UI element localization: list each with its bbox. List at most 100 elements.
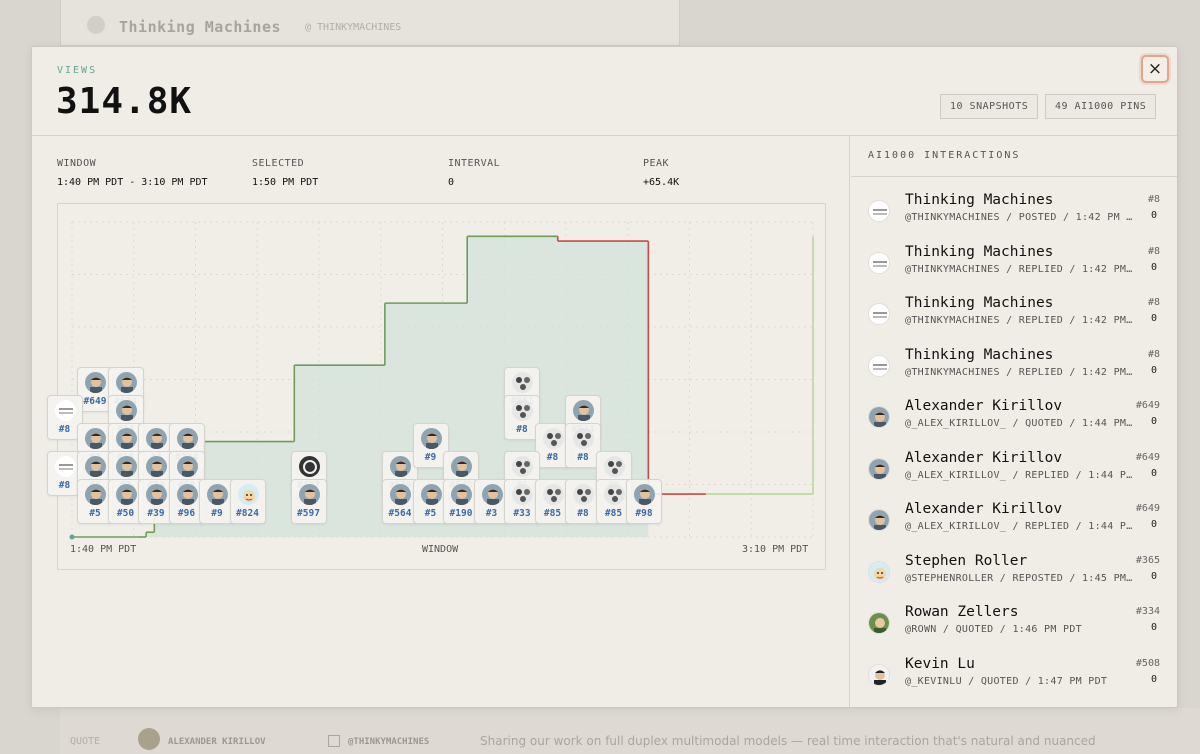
- pin-avatar: [603, 456, 625, 477]
- stat-selected-key: SELECTED: [252, 158, 305, 169]
- pin-rank: #33: [513, 508, 531, 519]
- background-quote-name: ALEXANDER KIRILLOV: [168, 737, 266, 747]
- avatar: [868, 612, 890, 634]
- pin-avatar: [85, 428, 106, 449]
- pin-rank: #649: [83, 396, 107, 407]
- pin-avatar: [85, 484, 106, 505]
- pin-rank: #597: [297, 508, 320, 519]
- pin-avatar: [542, 484, 564, 505]
- pin-avatar: [512, 484, 533, 505]
- background-quote-handle: @THINKYMACHINES: [348, 737, 430, 747]
- pin-rank: #824: [236, 508, 259, 519]
- pin-avatar: [115, 428, 137, 449]
- interaction-row[interactable]: Rowan Zellers @ROWN / QUOTED / 1:46 PM PD…: [851, 600, 1177, 652]
- interaction-count: 0: [1150, 261, 1157, 273]
- interaction-name: Rowan Zellers: [905, 604, 1019, 620]
- avatar: [868, 303, 890, 325]
- interaction-rank: #8: [1147, 348, 1160, 360]
- pin-avatar: [298, 456, 320, 477]
- interaction-row[interactable]: Thinking Machines @THINKYMACHINES / REPLI…: [851, 291, 1177, 343]
- interaction-rank: #334: [1135, 606, 1160, 617]
- interaction-meta: @THINKYMACHINES / POSTED / 1:42 PM PDT: [905, 212, 1135, 223]
- pin-avatar: [603, 484, 625, 505]
- pin-avatar: [542, 428, 564, 449]
- pin-avatar: [573, 484, 594, 505]
- pin-rank: #8: [516, 424, 528, 435]
- interactions-title: AI1000 INTERACTIONS: [868, 150, 1021, 161]
- pin-rank: #8: [577, 508, 589, 519]
- interaction-name: Thinking Machines: [905, 243, 1054, 260]
- pin-rank: #564: [388, 508, 412, 519]
- stat-interval-value: 0: [448, 177, 455, 188]
- stat-peak-value: +65.4K: [643, 177, 680, 188]
- pin-avatar: [451, 456, 472, 477]
- interaction-rank: #508: [1135, 657, 1160, 669]
- background-post-header: Thinking Machines @ THINKYMACHINES: [60, 0, 680, 46]
- interaction-row[interactable]: Alexander Kirillov @_ALEX_KIRILLOV_ / REP…: [851, 497, 1177, 549]
- interactions-divider: [851, 176, 1177, 177]
- chart-pin[interactable]: #597: [290, 479, 327, 524]
- interaction-row[interactable]: Alexander Kirillov @_ALEX_KIRILLOV_ / REP…: [851, 446, 1177, 498]
- modal-header: VIEWS 314.8K 10 SNAPSHOTS 49 AI1000 PINS…: [32, 47, 1177, 136]
- stat-interval-key: INTERVAL: [448, 158, 501, 169]
- interaction-name: Alexander Kirillov: [905, 501, 1063, 517]
- pin-avatar: [176, 484, 198, 505]
- stat-peak-key: PEAK: [643, 158, 670, 169]
- pin-avatar: [573, 400, 594, 421]
- stat-selected: SELECTED 1:50 PM PDT: [252, 158, 318, 188]
- interaction-meta: @_KEVINLU / QUOTED / 1:47 PM PDT: [905, 675, 1108, 687]
- interaction-row[interactable]: Thinking Machines @THINKYMACHINES / REPLI…: [851, 343, 1177, 395]
- interaction-name: Alexander Kirillov: [905, 449, 1063, 466]
- background-quote-label: QUOTE: [70, 736, 101, 747]
- interaction-row[interactable]: Stephen Roller @STEPHENROLLER / REPOSTED …: [851, 549, 1177, 601]
- interaction-count: 0: [1150, 313, 1157, 324]
- interaction-rank: #649: [1135, 451, 1160, 463]
- pin-avatar: [573, 428, 594, 449]
- pin-rank: #39: [147, 508, 165, 519]
- x-tick-end: 3:10 PM PDT: [742, 544, 809, 555]
- interaction-meta: @STEPHENROLLER / REPOSTED / 1:45 PM PDT: [905, 572, 1135, 584]
- pin-avatar: [298, 484, 320, 505]
- stat-interval: INTERVAL 0: [448, 158, 500, 188]
- close-icon: ×: [1147, 59, 1163, 79]
- interaction-count: 0: [1150, 519, 1157, 530]
- interaction-name: Alexander Kirillov: [905, 398, 1063, 414]
- background-square-icon: [328, 735, 340, 747]
- pin-avatar: [146, 428, 167, 449]
- close-button[interactable]: ×: [1141, 55, 1169, 83]
- pin-rank: #8: [577, 452, 589, 463]
- x-axis-label: WINDOW: [422, 544, 459, 555]
- pins-chip[interactable]: 49 AI1000 PINS: [1045, 94, 1157, 119]
- views-value: 314.8K: [56, 81, 193, 122]
- interaction-count: 0: [1150, 673, 1157, 685]
- views-chart[interactable]: #649#634#8#24#3#18#4#334#8#6#2#24#50#5#5…: [46, 203, 826, 570]
- interaction-count: 0: [1150, 210, 1157, 221]
- interaction-meta: @THINKYMACHINES / REPLIED / 1:42 PM PDT: [905, 315, 1135, 326]
- background-quote-row: QUOTE ALEXANDER KIRILLOV @THINKYMACHINES…: [60, 708, 1200, 754]
- interaction-row[interactable]: Kevin Lu @_KEVINLU / QUOTED / 1:47 PM PDT…: [851, 652, 1177, 704]
- interaction-rank: #365: [1135, 554, 1160, 566]
- pin-avatar: [207, 484, 228, 505]
- views-modal: VIEWS 314.8K 10 SNAPSHOTS 49 AI1000 PINS…: [31, 46, 1178, 708]
- pin-avatar: [115, 456, 137, 477]
- pin-avatar: [85, 456, 106, 477]
- x-tick-start: 1:40 PM PDT: [70, 544, 137, 555]
- pin-avatar: [146, 484, 167, 505]
- interaction-count: 0: [1150, 364, 1157, 376]
- pin-avatar: [634, 484, 655, 505]
- chart-pin[interactable]: #98: [626, 479, 662, 524]
- interaction-row[interactable]: Thinking Machines @THINKYMACHINES / REPLI…: [851, 240, 1177, 292]
- interaction-rank: #649: [1135, 400, 1160, 411]
- pin-rank: #190: [449, 508, 473, 519]
- chart-pin[interactable]: #824: [229, 479, 266, 524]
- interaction-meta: @THINKYMACHINES / REPLIED / 1:42 PM PDT: [905, 263, 1135, 275]
- interaction-count: 0: [1150, 622, 1157, 633]
- stat-window-key: WINDOW: [57, 158, 97, 169]
- interaction-row[interactable]: Alexander Kirillov @_ALEX_KIRILLOV_ / QUO…: [851, 394, 1177, 446]
- interaction-count: 0: [1150, 416, 1157, 427]
- snapshots-chip[interactable]: 10 SNAPSHOTS: [940, 94, 1039, 119]
- background-title: Thinking Machines: [119, 18, 282, 36]
- interaction-row[interactable]: Thinking Machines @THINKYMACHINES / POSTE…: [851, 188, 1177, 240]
- interaction-rank: #8: [1147, 297, 1160, 308]
- stat-window-value: 1:40 PM PDT - 3:10 PM PDT: [57, 177, 208, 188]
